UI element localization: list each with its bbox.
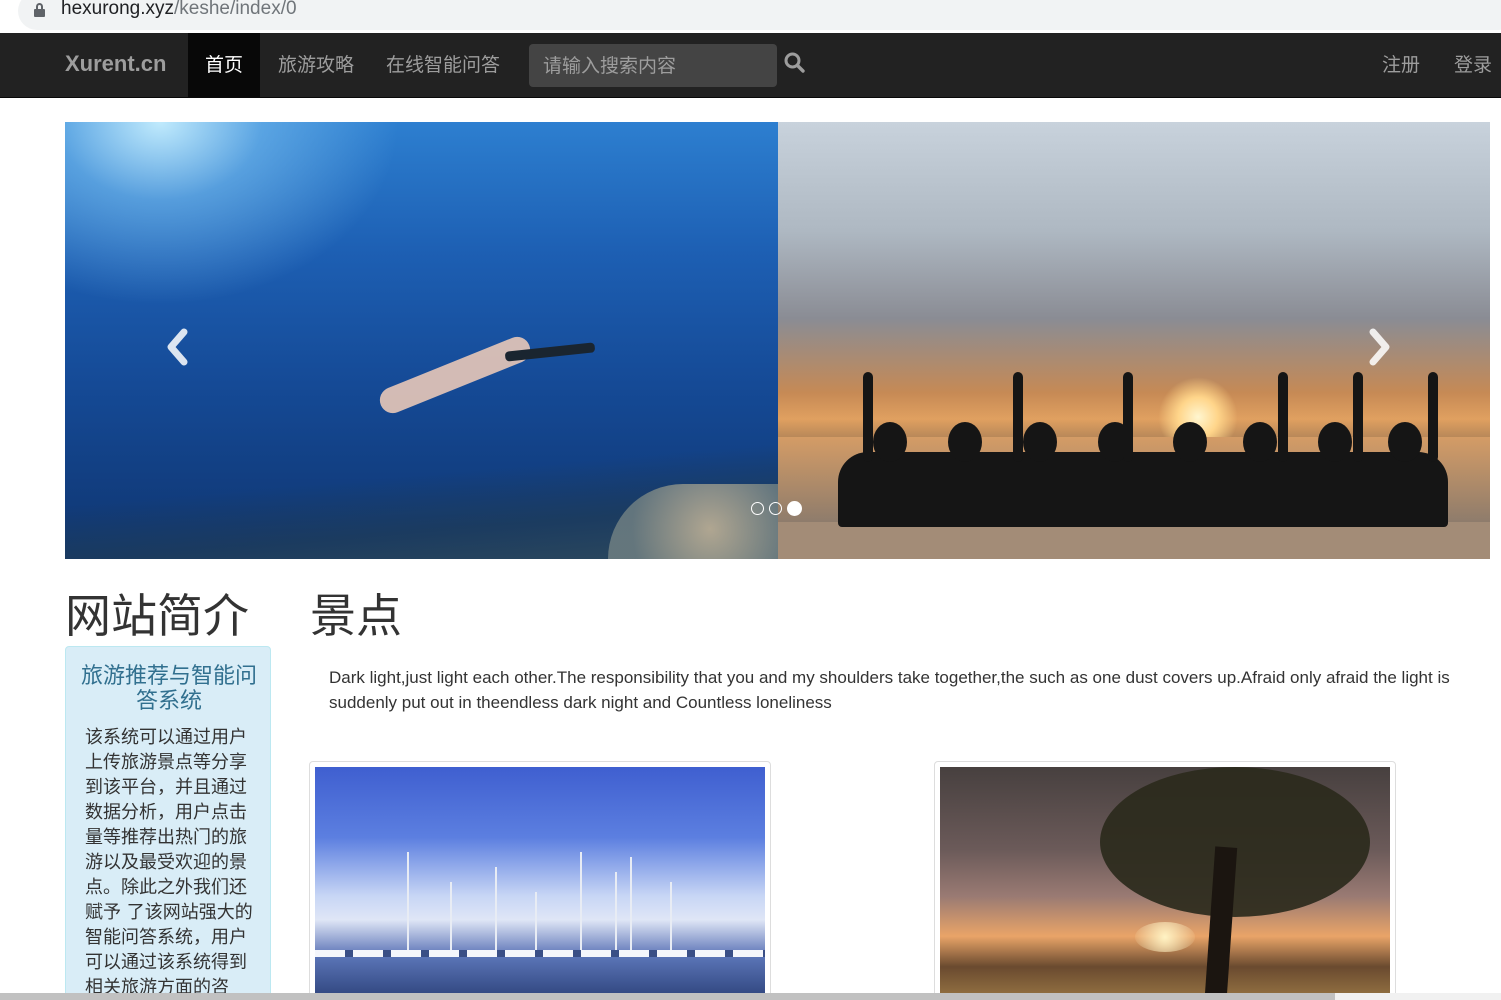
top-navbar: Xurent.cn 首页 旅游攻略 在线智能问答 注册 登录	[0, 33, 1501, 98]
url-text[interactable]: hexurong.xyz/keshe/index/0	[61, 0, 297, 20]
intro-panel-heading: 旅游推荐与智能问答系统	[80, 664, 257, 714]
url-path: /keshe/index/0	[174, 0, 297, 19]
url-domain: hexurong.xyz	[61, 0, 175, 19]
attractions-description: Dark light,just light each other.The res…	[329, 668, 1450, 712]
browser-address-bar: hexurong.xyz/keshe/index/0	[0, 0, 1501, 33]
search-input[interactable]	[529, 44, 777, 87]
attraction-card-tree-sunset[interactable]	[934, 761, 1396, 1000]
brand-logo-text[interactable]: Xurent.cn	[65, 51, 166, 77]
lock-icon[interactable]	[34, 3, 45, 17]
carousel-indicator-2[interactable]	[769, 501, 782, 515]
site-intro-panel: 旅游推荐与智能问答系统 该系统可以通过用户上传旅游景点等分享到该平台，并且通过数…	[65, 646, 271, 1000]
horizontal-scrollbar[interactable]	[0, 993, 1501, 1000]
carousel-indicators	[751, 500, 802, 516]
search-icon[interactable]	[783, 51, 807, 75]
nav-item-travel-guide[interactable]: 旅游攻略	[260, 33, 372, 97]
scrollbar-thumb[interactable]	[0, 993, 1335, 1000]
image-carousel	[65, 122, 1490, 559]
carousel-prev-chevron-icon[interactable]	[157, 322, 197, 372]
marina-sailboats-image[interactable]	[315, 767, 765, 1000]
attraction-card-marina[interactable]	[309, 761, 771, 1000]
intro-panel-text: 该系统可以通过用户上传旅游景点等分享到该平台，并且通过数据分析，用户点击量等推荐…	[85, 727, 253, 998]
carousel-next-chevron-icon[interactable]	[1360, 322, 1400, 372]
attractions-title: 景点	[310, 589, 402, 643]
nav-item-online-qa[interactable]: 在线智能问答	[368, 33, 518, 97]
nav-item-home[interactable]: 首页	[188, 33, 260, 97]
login-link[interactable]: 登录	[1436, 33, 1501, 97]
site-intro-title: 网站简介	[65, 589, 249, 643]
register-link[interactable]: 注册	[1364, 33, 1438, 97]
tree-sunset-image[interactable]	[940, 767, 1390, 1000]
carousel-indicator-1[interactable]	[751, 501, 764, 515]
carousel-indicator-3[interactable]	[787, 500, 802, 516]
